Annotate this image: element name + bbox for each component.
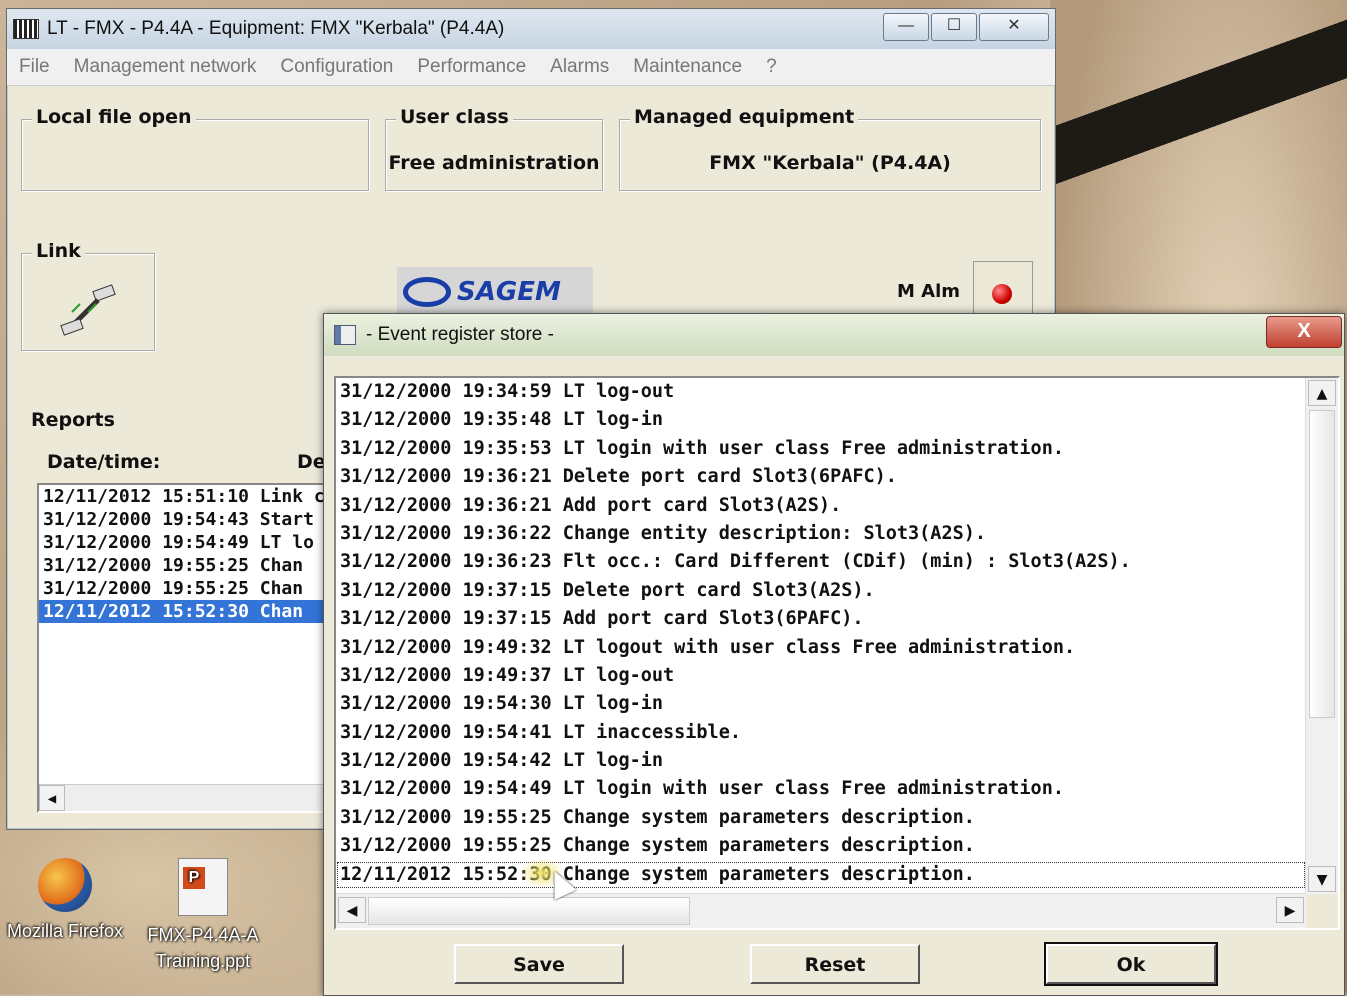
dialog-app-icon [334, 325, 356, 345]
event-row[interactable]: 31/12/2000 19:36:21 Delete port card Slo… [336, 463, 1306, 491]
event-row[interactable]: 31/12/2000 19:54:42 LT log-in [336, 747, 1306, 775]
event-row[interactable]: 31/12/2000 19:34:59 LT log-out [336, 378, 1306, 406]
menu-management-network[interactable]: Management network [74, 56, 257, 78]
event-list-box: 31/12/2000 19:34:59 LT log-out 31/12/2000… [334, 376, 1340, 930]
desktop-icon-label: FMX-P4.4A-A Training.ppt [147, 925, 259, 971]
event-row[interactable]: 31/12/2000 19:55:25 Change system parame… [336, 804, 1306, 832]
list-item[interactable]: 31/12/2000 19:55:25 Chan [39, 577, 339, 600]
event-row[interactable]: 31/12/2000 19:37:15 Delete port card Slo… [336, 577, 1306, 605]
link-group[interactable]: Link [21, 240, 155, 351]
event-row[interactable]: 31/12/2000 19:54:49 LT login with user c… [336, 775, 1306, 803]
main-titlebar[interactable]: LT - FMX - P4.4A - Equipment: FMX "Kerba… [7, 9, 1055, 49]
reports-date-header: Date/time: [47, 451, 161, 473]
event-row[interactable]: 31/12/2000 19:49:37 LT log-out [336, 662, 1306, 690]
reports-list[interactable]: 12/11/2012 15:51:10 Link c 31/12/2000 19… [37, 483, 341, 813]
ok-button[interactable]: Ok [1044, 942, 1218, 986]
managed-equipment-group: Managed equipment FMX "Kerbala" (P4.4A) [619, 106, 1041, 191]
scroll-left-icon[interactable]: ◀ [39, 785, 65, 811]
desktop-icon-firefox[interactable]: Mozilla Firefox [0, 858, 140, 944]
sagem-logo: SAGEM [397, 267, 593, 317]
event-row[interactable]: 31/12/2000 19:36:22 Change entity descri… [336, 520, 1306, 548]
desktop-icon-ppt[interactable]: FMX-P4.4A-A Training.ppt [128, 858, 278, 974]
local-file-legend: Local file open [32, 106, 196, 128]
dialog-close-button[interactable]: X [1266, 316, 1342, 348]
window-title: LT - FMX - P4.4A - Equipment: FMX "Kerba… [47, 18, 505, 39]
app-icon [13, 19, 39, 39]
close-button[interactable]: ✕ [979, 13, 1049, 41]
event-row[interactable]: 31/12/2000 19:54:30 LT log-in [336, 690, 1306, 718]
desktop-icon-label: Mozilla Firefox [6, 921, 124, 941]
sagem-logo-text: SAGEM [457, 277, 561, 307]
m-alm-label: M Alm [897, 281, 961, 302]
firefox-icon [38, 858, 92, 912]
list-item[interactable]: 12/11/2012 15:51:10 Link c [39, 485, 339, 508]
event-row[interactable]: 31/12/2000 19:35:53 LT login with user c… [336, 435, 1306, 463]
user-class-value: Free administration [388, 152, 600, 174]
scroll-up-icon[interactable]: ▲ [1308, 380, 1336, 406]
save-button[interactable]: Save [454, 944, 624, 984]
menu-help[interactable]: ? [766, 56, 777, 78]
list-item[interactable]: 31/12/2000 19:54:43 Start [39, 508, 339, 531]
event-hscrollbar[interactable]: ◀ ▶ [336, 893, 1306, 928]
vscroll-thumb[interactable] [1309, 410, 1335, 718]
event-vscrollbar[interactable]: ▲ ▼ [1305, 378, 1338, 894]
user-class-group: User class Free administration [385, 106, 603, 191]
sagem-logo-mark [403, 277, 451, 307]
reports-title: Reports [31, 409, 115, 431]
reset-button[interactable]: Reset [750, 944, 920, 984]
menu-alarms[interactable]: Alarms [550, 56, 609, 78]
reports-hscrollbar[interactable]: ◀ [39, 784, 339, 811]
event-row[interactable]: 31/12/2000 19:36:21 Add port card Slot3(… [336, 492, 1306, 520]
menu-file[interactable]: File [19, 56, 50, 78]
managed-equipment-value: FMX "Kerbala" (P4.4A) [709, 152, 951, 174]
alarm-led-icon [992, 284, 1012, 304]
scroll-down-icon[interactable]: ▼ [1308, 866, 1336, 892]
event-register-dialog: - Event register store - X 31/12/2000 19… [323, 313, 1345, 996]
list-item-selected[interactable]: 12/11/2012 15:52:30 Chan [39, 600, 339, 623]
event-list[interactable]: 31/12/2000 19:34:59 LT log-out 31/12/2000… [336, 378, 1306, 894]
link-legend: Link [32, 240, 85, 262]
list-item[interactable]: 31/12/2000 19:55:25 Chan [39, 554, 339, 577]
list-item[interactable]: 31/12/2000 19:54:49 LT lo [39, 531, 339, 554]
event-row[interactable]: 31/12/2000 19:49:32 LT logout with user … [336, 634, 1306, 662]
scroll-right-icon[interactable]: ▶ [1276, 897, 1304, 923]
scroll-left-icon[interactable]: ◀ [338, 897, 366, 923]
menu-performance[interactable]: Performance [417, 56, 526, 78]
local-file-group: Local file open [21, 106, 369, 191]
event-row[interactable]: 31/12/2000 19:54:41 LT inaccessible. [336, 719, 1306, 747]
link-cable-icon [60, 284, 116, 336]
powerpoint-file-icon [178, 858, 228, 916]
menu-bar: File Management network Configuration Pe… [7, 49, 1055, 86]
event-row[interactable]: 12/11/2012 15:52:30 Change system parame… [336, 861, 1306, 889]
managed-equipment-legend: Managed equipment [630, 106, 859, 128]
event-row[interactable]: 31/12/2000 19:37:15 Add port card Slot3(… [336, 605, 1306, 633]
hscroll-thumb[interactable] [368, 897, 690, 925]
dialog-titlebar[interactable]: - Event register store - X [324, 314, 1344, 356]
user-class-legend: User class [396, 106, 513, 128]
event-row[interactable]: 31/12/2000 19:55:25 Change system parame… [336, 832, 1306, 860]
event-row[interactable]: 31/12/2000 19:35:48 LT log-in [336, 406, 1306, 434]
minimize-button[interactable]: — [883, 13, 929, 41]
maximize-button[interactable]: ☐ [931, 13, 977, 41]
dialog-title: - Event register store - [366, 324, 554, 345]
event-row[interactable]: 31/12/2000 19:36:23 Flt occ.: Card Diffe… [336, 548, 1306, 576]
menu-maintenance[interactable]: Maintenance [633, 56, 742, 78]
reports-desc-header: De [297, 451, 326, 473]
scroll-corner [1306, 894, 1338, 928]
menu-configuration[interactable]: Configuration [280, 56, 393, 78]
m-alm-button[interactable] [973, 261, 1033, 321]
